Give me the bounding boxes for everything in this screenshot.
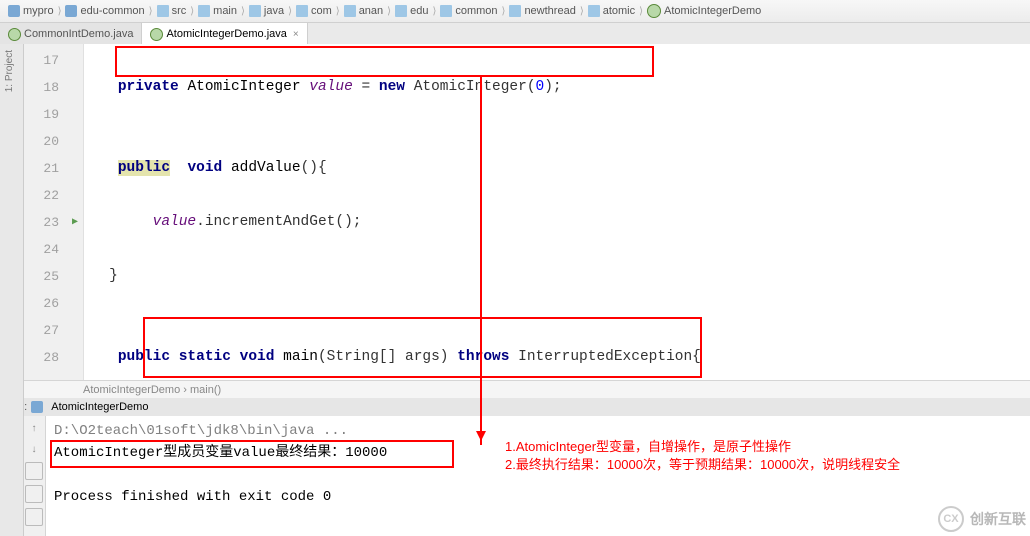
line-no: 26 [23,290,83,317]
annotation-note-1: 1.AtomicInteger型变量，自增操作，是原子性操作 [505,438,791,456]
scroll-end-button[interactable] [25,485,43,503]
run-config-name[interactable]: AtomicIntegerDemo [51,401,148,413]
tab-atomicintegerdemo[interactable]: AtomicIntegerDemo.java × [142,23,307,45]
project-tool[interactable]: 1: Project [4,50,15,92]
editor-context-breadcrumb: AtomicIntegerDemo › main() [23,380,1030,400]
bc-item-src[interactable]: src [155,5,189,17]
line-no: 28 [23,344,83,371]
folder-icon [198,5,210,17]
console-output[interactable]: D:\O2teach\01soft\jdk8\bin\java ... Atom… [46,416,1030,536]
code-body[interactable]: private AtomicInteger value = new Atomic… [83,44,1030,380]
line-no: 17 [23,47,83,74]
line-no: 20 [23,128,83,155]
up-button[interactable]: ↑ [26,420,42,436]
bc-item-main[interactable]: main [196,5,239,17]
watermark-text: 创新互联 [970,509,1026,529]
folder-icon [157,5,169,17]
bc-item-common[interactable]: common [438,5,499,17]
bc-item-newthread[interactable]: newthread [507,5,577,17]
down-button[interactable]: ↓ [26,441,42,457]
run-toolbar-secondary: ↑ ↓ [23,416,46,536]
folder-icon [296,5,308,17]
module-icon [65,5,77,17]
module-icon [8,5,20,17]
soft-wrap-button[interactable] [25,462,43,480]
bc-item-edu[interactable]: edu [393,5,430,17]
run-gutter-icon[interactable]: 23 [23,209,83,236]
bc-item-class[interactable]: AtomicIntegerDemo [645,4,763,18]
console-line-result: AtomicInteger型成员变量value最终结果：10000 [54,445,387,461]
watermark-logo-icon: CX [938,506,964,532]
line-no: 21 [23,155,83,182]
class-icon [647,4,661,18]
left-tool-strip: 1: Project [0,44,24,536]
folder-icon [588,5,600,17]
class-icon [8,28,21,41]
line-no: 27 [23,317,83,344]
code-editor[interactable]: 17 18 19 20 21 22 23 24 25 26 27 28 priv… [23,44,1030,380]
line-no: 25 [23,263,83,290]
folder-icon [344,5,356,17]
bc-item-atomic[interactable]: atomic [586,5,637,17]
close-icon[interactable]: × [293,29,299,40]
bc-item-anan[interactable]: anan [342,5,385,17]
folder-icon [509,5,521,17]
bc-item-edu-common[interactable]: edu-common [63,5,146,17]
line-no: 24 [23,236,83,263]
run-toolwindow-header: Run: AtomicIntegerDemo [0,398,1030,417]
bc-item-com[interactable]: com [294,5,334,17]
tab-commonintdemo[interactable]: CommonIntDemo.java [0,23,142,45]
console-line-exit: Process finished with exit code 0 [54,486,1022,508]
bc-item-mypro[interactable]: mypro [6,5,56,17]
line-no: 22 [23,182,83,209]
line-no: 19 [23,101,83,128]
line-gutter: 17 18 19 20 21 22 23 24 25 26 27 28 [23,44,84,380]
run-config-icon [31,401,43,413]
editor-tabs: CommonIntDemo.java AtomicIntegerDemo.jav… [0,23,1030,46]
class-icon [150,28,163,41]
folder-icon [249,5,261,17]
line-no: 18 [23,74,83,101]
bc-item-java[interactable]: java [247,5,286,17]
breadcrumb: mypro edu-common src main java com anan … [0,0,1030,23]
folder-icon [395,5,407,17]
print-button[interactable] [25,508,43,526]
watermark: CX 创新互联 [938,506,1026,532]
folder-icon [440,5,452,17]
run-toolwindow: ▶ ■ ⧉ ✕ ↑ ↓ D:\O2teach\01soft\jdk8\bin\j… [0,416,1030,536]
annotation-note-2: 2.最终执行结果：10000次，等于预期结果：10000次，说明线程安全 [505,456,900,474]
